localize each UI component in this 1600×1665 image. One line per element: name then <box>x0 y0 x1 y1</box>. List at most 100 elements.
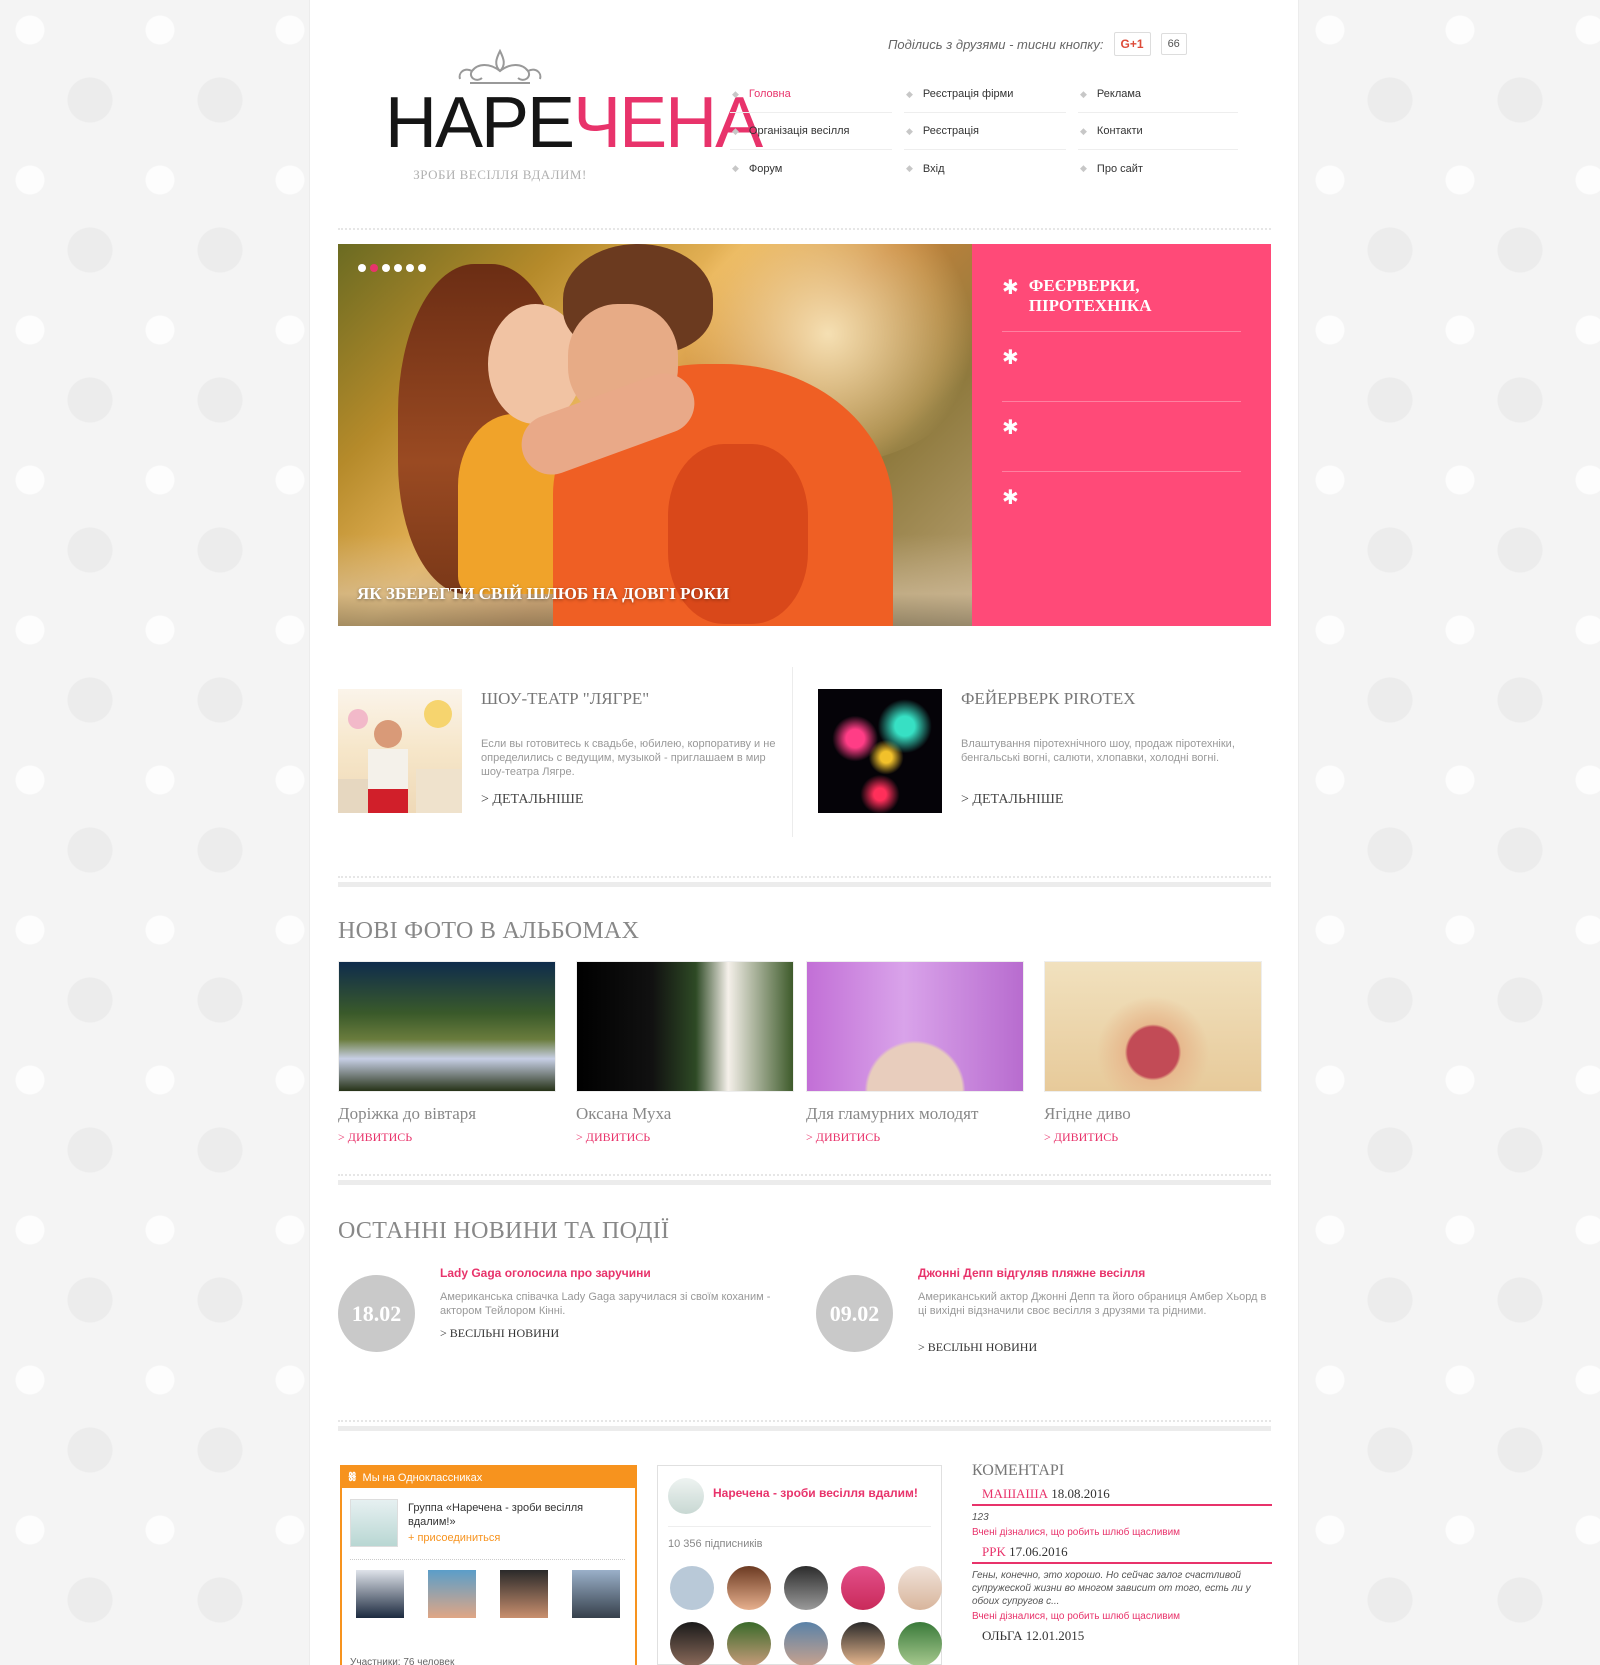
ok-member-avatar[interactable] <box>428 1570 476 1618</box>
nav-bullet-icon: ◆ <box>906 125 913 136</box>
divider <box>668 1526 931 1527</box>
news-category-link[interactable]: > ВЕСІЛЬНІ НОВИНИ <box>918 1340 1037 1355</box>
news-title[interactable]: Джонні Депп відгуляв пляжне весілля <box>918 1266 1145 1280</box>
news-title[interactable]: Lady Gaga оголосила про заручини <box>440 1266 651 1280</box>
album-card: Ягідне диво > ДИВИТИСЬ <box>1044 961 1262 1145</box>
comment-item: ОЛЬГА 12.01.2015 <box>972 1628 1272 1646</box>
album-view-link[interactable]: > ДИВИТИСЬ <box>576 1130 794 1145</box>
vk-member-avatar[interactable] <box>784 1566 828 1610</box>
album-image[interactable] <box>806 961 1024 1092</box>
album-view-link[interactable]: > ДИВИТИСЬ <box>1044 1130 1262 1145</box>
feature-text: Влаштування піротехнічного шоу, продаж п… <box>961 738 1235 764</box>
comment-header: ОЛЬГА 12.01.2015 <box>972 1628 1272 1646</box>
nav-label: Форум <box>748 162 783 175</box>
comment-author[interactable]: МАШАША <box>982 1486 1048 1501</box>
ok-widget-header[interactable]: ꗤ Мы на Одноклассниках <box>342 1467 635 1488</box>
nav-item-forum[interactable]: ◆ Форум <box>730 150 892 187</box>
nav-bullet-icon: ◆ <box>732 125 739 136</box>
vk-community-avatar[interactable] <box>668 1478 704 1514</box>
comments-title: КОМЕНТАРІ <box>972 1462 1065 1479</box>
slider-dot[interactable] <box>394 264 402 272</box>
nav-bullet-icon: ◆ <box>1080 88 1087 99</box>
nav-label: Про сайт <box>1096 162 1143 175</box>
nav-item-wedding-organization[interactable]: ◆ Організація весілля <box>730 113 892 150</box>
nav-item-advertising[interactable]: ◆ Реклама <box>1078 76 1238 113</box>
ok-member-avatar[interactable] <box>356 1570 404 1618</box>
ok-join-button[interactable]: + присоединиться <box>408 1532 500 1544</box>
vk-member-avatar[interactable] <box>898 1622 942 1665</box>
odnoklassniki-widget: ꗤ Мы на Одноклассниках Группа «Наречена … <box>340 1465 637 1665</box>
slider-dot[interactable] <box>382 264 390 272</box>
slider-dot-active[interactable] <box>370 264 378 272</box>
feature-image-show <box>338 700 462 813</box>
vk-community-widget: Наречена - зроби весілля вдалим! 10 356 … <box>657 1465 942 1665</box>
feature-more-link[interactable]: > ДЕТАЛЬНІШЕ <box>961 792 1063 808</box>
slider-caption[interactable]: ЯК ЗБЕРЕГТИ СВІЙ ШЛЮБ НА ДОВГІ РОКИ <box>357 584 729 604</box>
vk-community-name[interactable]: Наречена - зроби весілля вдалим! <box>713 1486 918 1500</box>
ok-logo-icon: ꗤ <box>348 1470 357 1484</box>
vk-member-avatar[interactable] <box>784 1622 828 1665</box>
nav-bullet-icon: ◆ <box>1080 163 1087 173</box>
comment-date: 12.01.2015 <box>1025 1628 1085 1643</box>
album-title[interactable]: Доріжка до вівтаря <box>338 1104 556 1124</box>
slider-menu-item[interactable]: ✱ ФЕЄРВЕРКИ, ПІРОТЕХНІКА <box>1002 262 1241 332</box>
nav-item-registration[interactable]: ◆ Реєстрація <box>904 113 1066 150</box>
ok-header-label: Мы на Одноклассниках <box>362 1471 483 1484</box>
news-date-badge: 18.02 <box>338 1275 415 1352</box>
album-title[interactable]: Для гламурних молодят <box>806 1104 1024 1124</box>
slider-dots <box>358 264 426 272</box>
nav-bullet-icon: ◆ <box>906 163 913 173</box>
comment-author[interactable]: ОЛЬГА <box>982 1628 1023 1643</box>
feature-thumbnail[interactable] <box>818 689 942 813</box>
feature-more-link[interactable]: > ДЕТАЛЬНІШЕ <box>481 792 583 808</box>
vk-member-avatar[interactable] <box>841 1622 885 1665</box>
vk-member-avatar[interactable] <box>841 1566 885 1610</box>
feature-title[interactable]: ФЕЙЕРВЕРК PIROTEX <box>961 689 1135 709</box>
news-category-link[interactable]: > ВЕСІЛЬНІ НОВИНИ <box>440 1326 559 1341</box>
vk-member-avatar[interactable] <box>727 1622 771 1665</box>
album-view-link[interactable]: > ДИВИТИСЬ <box>806 1130 1024 1145</box>
comment-article-link[interactable]: Вчені дізналися, що робить шлюб щасливим <box>972 1527 1272 1538</box>
feature-title[interactable]: ШОУ-ТЕАТР "ЛЯГРЕ" <box>481 689 649 709</box>
divider <box>350 1559 625 1560</box>
album-image[interactable] <box>338 961 556 1092</box>
comment-author[interactable]: PPK <box>982 1544 1006 1559</box>
ok-group-avatar[interactable] <box>350 1499 398 1547</box>
slider-menu-item[interactable]: ✱ <box>1002 472 1241 542</box>
gplus-count: 66 <box>1160 33 1187 55</box>
album-title[interactable]: Оксана Муха <box>576 1104 794 1124</box>
vk-member-avatar[interactable] <box>670 1566 714 1610</box>
album-image[interactable] <box>576 961 794 1092</box>
gplus-button[interactable]: G+1 <box>1113 32 1151 56</box>
feature-thumbnail[interactable] <box>338 689 462 813</box>
vk-member-avatar[interactable] <box>727 1566 771 1610</box>
slider-menu-item[interactable]: ✱ <box>1002 332 1241 402</box>
logo-title-dark: НАРЕ <box>385 83 575 163</box>
nav-item-contacts[interactable]: ◆ Контакти <box>1078 113 1238 150</box>
vk-member-avatar[interactable] <box>898 1566 942 1610</box>
nav-item-firm-registration[interactable]: ◆ Реєстрація фірми <box>904 76 1066 113</box>
album-title[interactable]: Ягідне диво <box>1044 1104 1262 1124</box>
ok-member-avatar[interactable] <box>500 1570 548 1618</box>
album-image[interactable] <box>1044 961 1262 1092</box>
slider-dot[interactable] <box>418 264 426 272</box>
hero-slider[interactable]: ЯК ЗБЕРЕГТИ СВІЙ ШЛЮБ НА ДОВГІ РОКИ <box>338 244 972 626</box>
site-logo[interactable]: НАРЕЧЕНА ЗРОБИ ВЕСІЛЛЯ ВДАЛИМ! <box>385 45 763 195</box>
nav-item-login[interactable]: ◆ Вхід <box>904 150 1066 187</box>
nav-item-home[interactable]: ◆ Головна <box>730 76 892 113</box>
slider-menu-item[interactable]: ✱ <box>1002 402 1241 472</box>
nav-item-about[interactable]: ◆ Про сайт <box>1078 150 1238 187</box>
nav-bullet-icon: ◆ <box>732 88 739 99</box>
ok-member-avatar[interactable] <box>572 1570 620 1618</box>
ok-group-name[interactable]: Группа «Наречена - зроби весілля вдалим!… <box>408 1501 623 1529</box>
asterisk-icon: ✱ <box>1002 487 1019 509</box>
nav-label: Контакти <box>1096 125 1143 137</box>
feature-card: ФЕЙЕРВЕРК PIROTEX Влаштування піротехніч… <box>818 689 1278 814</box>
album-view-link[interactable]: > ДИВИТИСЬ <box>338 1130 556 1145</box>
comment-article-link[interactable]: Вчені дізналися, що робить шлюб щасливим <box>972 1611 1272 1622</box>
comment-header: PPK 17.06.2016 <box>972 1544 1272 1564</box>
slider-dot[interactable] <box>406 264 414 272</box>
slider-dot[interactable] <box>358 264 366 272</box>
vk-member-avatar[interactable] <box>670 1622 714 1665</box>
divider <box>338 882 1271 887</box>
